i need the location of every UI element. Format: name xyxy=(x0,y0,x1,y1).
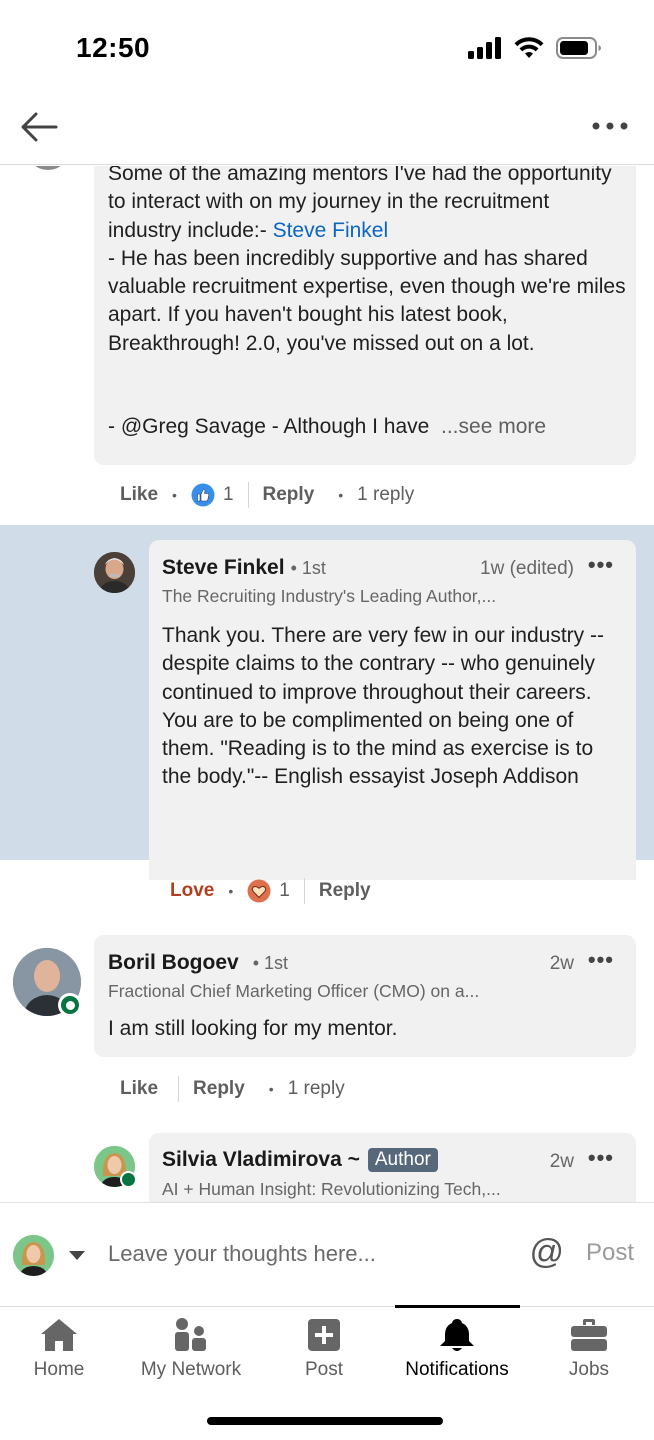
comment-composer: Leave your thoughts here... @ Post xyxy=(0,1202,654,1306)
like-button[interactable]: Like xyxy=(120,1078,158,1100)
comment-input[interactable]: Leave your thoughts here... xyxy=(108,1241,376,1267)
comment-author-row: Boril Bogoev • 1st xyxy=(108,951,288,975)
briefcase-icon xyxy=(571,1319,607,1351)
reply-button[interactable]: Reply xyxy=(263,484,315,506)
author-headline: The Recruiting Industry's Leading Author… xyxy=(162,586,497,606)
author-name[interactable]: Boril Bogoev xyxy=(108,951,239,975)
love-button[interactable]: Love xyxy=(170,880,214,902)
mention-icon[interactable]: @ xyxy=(529,1233,564,1272)
wifi-icon xyxy=(514,37,544,58)
nav-post[interactable]: Post xyxy=(280,1307,368,1397)
see-more-link[interactable]: ...see more xyxy=(441,415,546,438)
profile-photo-icon xyxy=(94,552,135,593)
comment-bubble: Boril Bogoev • 1st 2w ••• Fractional Chi… xyxy=(94,935,636,1057)
status-icons xyxy=(468,36,602,60)
nav-notifications[interactable]: Notifications xyxy=(390,1307,524,1397)
author-name[interactable]: Silvia Vladimirova ~ xyxy=(162,1148,360,1172)
mention-link-steve-finkel[interactable]: Steve Finkel xyxy=(273,219,389,242)
comment-bubble: Some of the amazing mentors I've had the… xyxy=(94,166,636,465)
comment-time: 2w xyxy=(549,953,574,974)
status-bar: 12:50 xyxy=(0,0,654,95)
nav-home[interactable]: Home xyxy=(14,1307,104,1397)
reply-button[interactable]: Reply xyxy=(319,880,371,902)
online-status-icon xyxy=(58,993,82,1017)
author-headline: Fractional Chief Marketing Officer (CMO)… xyxy=(108,981,480,1001)
reply-bubble: Steve Finkel • 1st 1w (edited) ••• The R… xyxy=(149,540,636,880)
like-reaction-icon xyxy=(191,483,215,507)
comment-actions: Like • 1 Reply • 1 reply xyxy=(120,482,414,508)
reaction-count[interactable]: 1 xyxy=(279,880,290,902)
replies-count-link[interactable]: 1 reply xyxy=(288,1078,345,1100)
bell-icon xyxy=(440,1319,474,1351)
love-reaction-icon xyxy=(247,879,271,903)
author-name[interactable]: Steve Finkel xyxy=(162,556,285,580)
profile-photo-icon xyxy=(13,1235,54,1276)
comment-last-line: - @Greg Savage - Although I have ...see … xyxy=(108,415,547,438)
like-button[interactable]: Like xyxy=(120,484,158,506)
reply-text: Thank you. There are very few in our ind… xyxy=(162,624,610,789)
comment-more-icon[interactable]: ••• xyxy=(588,947,614,973)
comment-text: Some of the amazing mentors I've had the… xyxy=(108,166,626,355)
back-arrow-icon[interactable] xyxy=(18,109,60,145)
online-status-icon xyxy=(120,1171,137,1188)
status-time: 12:50 xyxy=(76,32,151,63)
more-options-icon[interactable] xyxy=(590,113,630,139)
reply-button[interactable]: Reply xyxy=(193,1078,245,1100)
comment-text: I am still looking for my mentor. xyxy=(108,1017,398,1040)
home-indicator[interactable] xyxy=(207,1417,443,1425)
nav-jobs[interactable]: Jobs xyxy=(546,1307,632,1397)
comments-feed[interactable]: Some of the amazing mentors I've had the… xyxy=(0,166,654,1202)
avatar-steve-finkel[interactable] xyxy=(94,552,135,593)
cellular-signal-icon xyxy=(468,37,501,59)
reply-bubble: Silvia Vladimirova ~ Author 2w ••• AI + … xyxy=(149,1133,636,1202)
comment-actions: Like Reply • 1 reply xyxy=(120,1076,345,1102)
chevron-down-icon[interactable] xyxy=(68,1250,86,1262)
reply-author-row: Steve Finkel • 1st xyxy=(162,556,326,580)
comment-time: 1w (edited) xyxy=(480,558,574,579)
network-icon xyxy=(175,1318,206,1351)
author-headline: AI + Human Insight: Revolutionizing Tech… xyxy=(162,1179,501,1199)
nav-my-network[interactable]: My Network xyxy=(126,1307,256,1397)
author-badge: Author xyxy=(367,1148,438,1172)
home-icon xyxy=(41,1319,77,1351)
top-bar xyxy=(0,95,654,165)
connection-degree: • 1st xyxy=(252,953,289,973)
reaction-count[interactable]: 1 xyxy=(223,484,234,506)
replies-count-link[interactable]: 1 reply xyxy=(357,484,414,506)
reply-more-icon[interactable]: ••• xyxy=(588,552,614,578)
post-icon xyxy=(308,1319,340,1351)
avatar-partial xyxy=(26,166,70,170)
reply-more-icon[interactable]: ••• xyxy=(588,1145,614,1171)
reply-author-row: Silvia Vladimirova ~ Author xyxy=(162,1148,438,1172)
my-avatar[interactable] xyxy=(13,1235,54,1276)
battery-icon xyxy=(556,37,601,59)
reply-actions: Love • 1 Reply xyxy=(170,878,371,904)
connection-degree: • 1st xyxy=(290,558,326,578)
post-comment-button[interactable]: Post xyxy=(586,1239,634,1267)
comment-time: 2w xyxy=(549,1151,574,1172)
